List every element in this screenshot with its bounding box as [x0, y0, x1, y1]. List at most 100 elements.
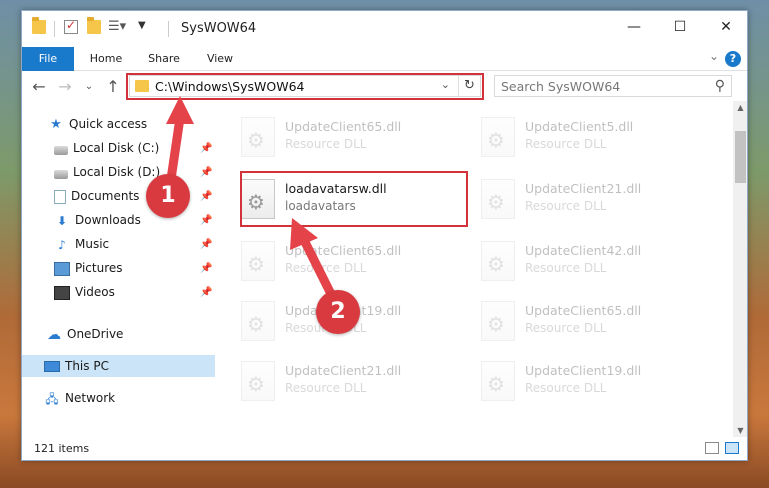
help-icon[interactable]: ? — [725, 51, 741, 67]
documents-icon — [54, 189, 66, 204]
pictures-icon — [54, 261, 70, 276]
sidebar-item-label: Network — [65, 391, 116, 405]
file-item[interactable]: UpdateClient65.dll Resource DLL — [237, 111, 467, 163]
file-highlight-box — [240, 171, 468, 227]
quick-access-dropdown-icon[interactable]: ▼ — [138, 20, 146, 31]
navigation-pane: ★ Quick access Local Disk (C:) 📌 Local Di… — [22, 101, 215, 437]
sidebar-item-network[interactable]: 🖧 Network — [44, 387, 115, 409]
sidebar-item-documents[interactable]: Documents — [54, 185, 139, 207]
sidebar-item-downloads[interactable]: ⬇ Downloads — [54, 209, 141, 231]
file-type: Resource DLL — [525, 137, 607, 151]
pin-icon[interactable]: 📌 — [200, 143, 212, 154]
scroll-up-icon[interactable]: ▲ — [733, 103, 747, 112]
sidebar-item-quick-access[interactable]: ★ Quick access — [48, 113, 147, 135]
cloud-icon: ☁ — [47, 326, 61, 343]
up-arrow-icon[interactable]: ↑ — [102, 75, 124, 97]
file-type: Resource DLL — [525, 321, 607, 335]
file-item[interactable]: UpdateClient5.dll Resource DLL — [477, 111, 707, 163]
drive-icon — [54, 145, 68, 155]
scroll-thumb[interactable] — [735, 131, 746, 183]
sidebar-item-label: Documents — [71, 189, 140, 203]
title-bar: ☰▾ ▼ SysWOW64 — ☐ ✕ — [22, 11, 747, 47]
dll-file-icon — [481, 361, 515, 401]
search-input[interactable]: Search SysWOW64 — [501, 79, 620, 94]
star-icon: ★ — [50, 116, 62, 132]
file-item[interactable]: UpdateClient65.dll Resource DLL — [237, 235, 467, 287]
sidebar-item-pictures[interactable]: Pictures — [54, 257, 123, 279]
customize-toolbar-icon[interactable]: ☰▾ — [108, 19, 126, 34]
large-icons-view-icon[interactable] — [725, 442, 739, 454]
file-name: UpdateClient21.dll — [525, 181, 642, 196]
file-item[interactable]: UpdateClient19.dll Resource DLL — [477, 355, 707, 407]
tab-home[interactable]: Home — [80, 47, 132, 71]
file-type: Resource DLL — [285, 261, 367, 275]
details-view-icon[interactable] — [705, 442, 719, 454]
pin-icon[interactable]: 📌 — [200, 167, 212, 178]
properties-icon[interactable] — [64, 18, 78, 34]
file-item[interactable]: UpdateClient21.dll Resource DLL — [237, 355, 467, 407]
ribbon-tabs: File Home Share View ⌄ ? — [22, 47, 747, 71]
expand-ribbon-icon[interactable]: ⌄ — [709, 49, 719, 63]
step-badge-1: 1 — [146, 174, 190, 218]
file-name: UpdateClient65.dll — [285, 119, 402, 134]
dll-file-icon — [241, 301, 275, 341]
file-name: UpdateClient19.dll — [525, 363, 642, 378]
sidebar-item-label: Local Disk (C:) — [73, 141, 160, 155]
divider — [54, 21, 55, 37]
tab-file[interactable]: File — [22, 47, 74, 71]
pin-icon[interactable]: 📌 — [200, 191, 212, 202]
search-box[interactable]: Search SysWOW64 ⚲ — [494, 75, 732, 97]
dll-file-icon — [481, 179, 515, 219]
sidebar-item-label: Pictures — [75, 261, 123, 275]
tab-share[interactable]: Share — [138, 47, 190, 71]
file-list: UpdateClient65.dll Resource DLL UpdateCl… — [215, 101, 733, 437]
file-type: Resource DLL — [525, 381, 607, 395]
folder-icon[interactable] — [32, 17, 46, 34]
drive-icon — [54, 169, 68, 179]
pin-icon[interactable]: 📌 — [200, 263, 212, 274]
new-folder-icon[interactable] — [87, 17, 101, 34]
file-type: Resource DLL — [285, 381, 367, 395]
file-item[interactable]: UpdateClient42.dll Resource DLL — [477, 235, 707, 287]
step-badge-2: 2 — [316, 290, 360, 334]
pin-icon[interactable]: 📌 — [200, 215, 212, 226]
item-count: 121 items — [34, 442, 90, 455]
sidebar-item-this-pc[interactable]: This PC — [22, 355, 215, 377]
pin-icon[interactable]: 📌 — [200, 239, 212, 250]
file-type: Resource DLL — [525, 199, 607, 213]
sidebar-item-label: OneDrive — [67, 327, 124, 341]
sidebar-item-label: Music — [75, 237, 110, 251]
file-type: Resource DLL — [285, 137, 367, 151]
dll-file-icon — [241, 241, 275, 281]
minimize-icon[interactable]: — — [611, 11, 657, 43]
music-icon: ♪ — [58, 237, 66, 252]
explorer-window: ☰▾ ▼ SysWOW64 — ☐ ✕ File Home Share View… — [21, 10, 748, 461]
back-arrow-icon[interactable]: ← — [28, 75, 50, 97]
maximize-icon[interactable]: ☐ — [657, 11, 703, 43]
address-highlight-box — [126, 73, 484, 100]
sidebar-item-music[interactable]: ♪ Music — [54, 233, 109, 255]
forward-arrow-icon[interactable]: → — [54, 75, 76, 97]
sidebar-item-onedrive[interactable]: ☁ OneDrive — [46, 323, 123, 345]
scroll-down-icon[interactable]: ▼ — [733, 426, 747, 435]
file-name: UpdateClient65.dll — [525, 303, 642, 318]
sidebar-item-videos[interactable]: Videos — [54, 281, 115, 303]
network-icon: 🖧 — [45, 391, 59, 406]
pin-icon[interactable]: 📌 — [200, 287, 212, 298]
dll-file-icon — [481, 117, 515, 157]
file-item[interactable]: UpdateClient65.dll Resource DLL — [477, 295, 707, 347]
dll-file-icon — [481, 301, 515, 341]
download-icon: ⬇ — [56, 213, 68, 228]
sidebar-item-local-disk-c[interactable]: Local Disk (C:) — [54, 137, 214, 159]
sidebar-item-local-disk-d[interactable]: Local Disk (D:) — [54, 161, 160, 183]
vertical-scrollbar[interactable]: ▲ ▼ — [733, 101, 747, 437]
sidebar-item-label: Downloads — [75, 213, 141, 227]
tab-view[interactable]: View — [194, 47, 246, 71]
close-icon[interactable]: ✕ — [703, 11, 747, 43]
file-item[interactable]: UpdateClient21.dll Resource DLL — [477, 173, 707, 225]
status-bar: 121 items — [22, 437, 747, 460]
search-icon[interactable]: ⚲ — [715, 78, 725, 94]
file-name: UpdateClient21.dll — [285, 363, 402, 378]
file-name: UpdateClient42.dll — [525, 243, 642, 258]
recent-locations-icon[interactable]: ⌄ — [78, 75, 100, 97]
